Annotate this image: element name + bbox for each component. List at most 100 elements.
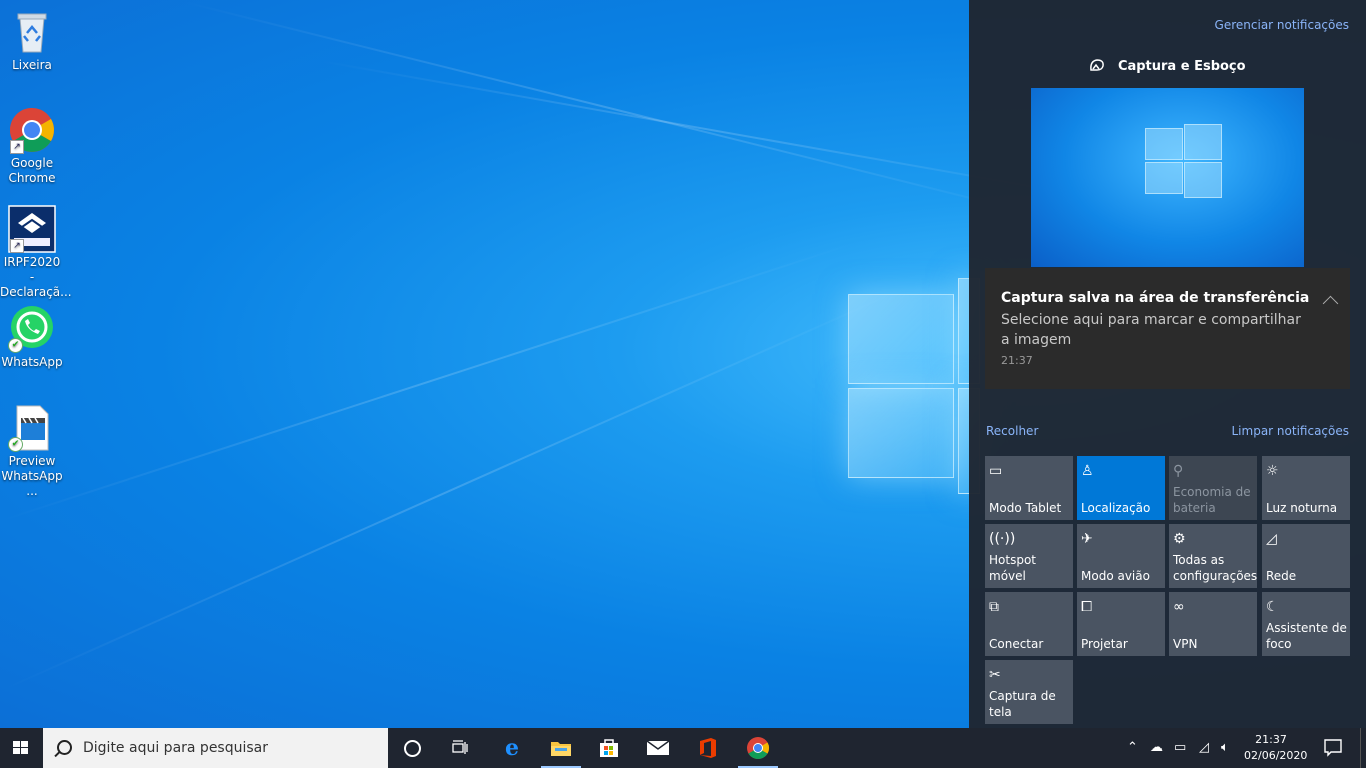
desktop-icon-preview-whatsapp[interactable]: ✔ Preview WhatsApp ... bbox=[0, 404, 64, 499]
brightness-icon: ☼ bbox=[1266, 463, 1279, 479]
desktop-icon-whatsapp[interactable]: ✔ WhatsApp bbox=[0, 305, 64, 370]
chrome-icon bbox=[747, 737, 769, 759]
taskbar-mail[interactable] bbox=[634, 728, 682, 768]
sync-check-icon: ✔ bbox=[8, 437, 23, 452]
clock-time: 21:37 bbox=[1255, 733, 1287, 746]
edge-icon: e bbox=[505, 735, 519, 761]
desktop-icon-label: Preview WhatsApp ... bbox=[1, 454, 63, 498]
tile-economia-de-bateria: ⚲ Economia de bateria bbox=[1169, 456, 1257, 520]
folder-icon bbox=[551, 742, 571, 756]
taskbar-office[interactable] bbox=[684, 728, 732, 768]
snip-sketch-icon bbox=[1089, 58, 1105, 76]
taskbar-clock[interactable]: 21:37 02/06/2020 bbox=[1244, 732, 1308, 764]
desktop-icon-recycle-bin[interactable]: Lixeira bbox=[0, 8, 64, 73]
tile-modo-aviao[interactable]: ✈ Modo avião bbox=[1077, 524, 1165, 588]
tile-label: Modo avião bbox=[1081, 569, 1150, 583]
task-view-icon bbox=[452, 740, 468, 754]
show-desktop-button[interactable] bbox=[1360, 728, 1366, 768]
notification-time: 21:37 bbox=[1001, 354, 1033, 367]
connect-icon: ⧉ bbox=[989, 599, 999, 615]
clear-notifications-link[interactable]: Limpar notificações bbox=[1232, 424, 1350, 438]
recycle-bin-icon bbox=[8, 8, 56, 56]
search-placeholder: Digite aqui para pesquisar bbox=[83, 740, 269, 756]
mail-icon bbox=[646, 740, 670, 755]
store-icon bbox=[600, 739, 618, 757]
tile-localizacao[interactable]: ♙ Localização bbox=[1077, 456, 1165, 520]
taskbar-chrome[interactable] bbox=[734, 728, 782, 768]
tile-rede[interactable]: ◿ Rede bbox=[1262, 524, 1350, 588]
tile-conectar[interactable]: ⧉ Conectar bbox=[985, 592, 1073, 656]
network-icon: ◿ bbox=[1266, 531, 1277, 547]
notification-icon bbox=[1324, 739, 1342, 757]
moon-icon: ☾ bbox=[1266, 599, 1279, 615]
location-icon: ♙ bbox=[1081, 463, 1094, 479]
shortcut-arrow-icon: ↗ bbox=[10, 239, 24, 253]
tile-label: Rede bbox=[1266, 569, 1297, 583]
irpf-icon: ↗ bbox=[8, 205, 56, 253]
tile-label: Assistente de foco bbox=[1266, 621, 1347, 651]
battery-icon[interactable]: ▭ bbox=[1174, 740, 1186, 755]
desktop-icon-google-chrome[interactable]: ↗ Google Chrome bbox=[0, 106, 64, 186]
tile-captura-de-tela[interactable]: ✂ Captura de tela bbox=[985, 660, 1073, 724]
tile-vpn[interactable]: ∞ VPN bbox=[1169, 592, 1257, 656]
tile-label: Modo Tablet bbox=[989, 501, 1062, 515]
tile-luz-noturna[interactable]: ☼ Luz noturna bbox=[1262, 456, 1350, 520]
action-center-button[interactable] bbox=[1316, 728, 1350, 768]
office-icon bbox=[700, 738, 716, 758]
desktop-icon-label: WhatsApp bbox=[1, 355, 63, 369]
chevron-up-tray-icon[interactable]: ⌃ bbox=[1127, 740, 1138, 755]
start-button[interactable] bbox=[0, 728, 42, 768]
tablet-icon: ▭ bbox=[989, 463, 1003, 479]
notification-title: Captura salva na área de transferência bbox=[1001, 290, 1310, 306]
vpn-icon: ∞ bbox=[1173, 599, 1185, 615]
notification-app-name: Captura e Esboço bbox=[1117, 59, 1246, 74]
tile-label: Luz noturna bbox=[1266, 501, 1338, 515]
tile-label: Localização bbox=[1081, 501, 1151, 515]
tile-label: Projetar bbox=[1081, 637, 1128, 651]
tile-label: Hotspot móvel bbox=[989, 553, 1036, 583]
snip-icon: ✂ bbox=[989, 667, 1001, 683]
task-view-button[interactable] bbox=[436, 728, 484, 768]
tile-hotspot-movel[interactable]: ((·)) Hotspot móvel bbox=[985, 524, 1073, 588]
onedrive-cloud-icon[interactable]: ☁ bbox=[1150, 740, 1163, 755]
taskbar-file-explorer[interactable] bbox=[537, 728, 585, 768]
notification-app-header: Captura e Esboço bbox=[969, 58, 1366, 76]
cortana-circle-icon bbox=[403, 739, 421, 757]
wifi-icon[interactable]: ◿ bbox=[1199, 740, 1209, 755]
windows-logo-wallpaper bbox=[0, 0, 980, 494]
desktop-icon-irpf2020[interactable]: ↗ IRPF2020 - Declaraçã... bbox=[0, 205, 72, 300]
tile-label: VPN bbox=[1173, 637, 1198, 651]
tile-modo-tablet[interactable]: ▭ Modo Tablet bbox=[985, 456, 1073, 520]
chrome-icon: ↗ bbox=[8, 106, 56, 154]
project-icon: ⧠ bbox=[1081, 599, 1093, 615]
volume-icon[interactable]: 🔈︎ bbox=[1221, 740, 1229, 755]
windows-start-icon bbox=[13, 741, 28, 754]
desktop-icon-label: Google Chrome bbox=[8, 156, 56, 185]
battery-saver-icon: ⚲ bbox=[1173, 463, 1184, 479]
taskbar: Digite aqui para pesquisar e ⌃ ☁ ▭ ◿ 🔈︎ … bbox=[0, 728, 1366, 768]
sync-check-icon: ✔ bbox=[8, 338, 23, 353]
cortana-button[interactable] bbox=[388, 728, 436, 768]
manage-notifications-link[interactable]: Gerenciar notificações bbox=[1215, 18, 1349, 32]
taskbar-edge[interactable]: e bbox=[488, 728, 536, 768]
clock-date: 02/06/2020 bbox=[1244, 749, 1308, 762]
tile-label: Economia de bateria bbox=[1173, 485, 1251, 515]
video-file-icon: ✔ bbox=[8, 404, 56, 452]
airplane-icon: ✈ bbox=[1081, 531, 1093, 547]
taskbar-search-box[interactable]: Digite aqui para pesquisar bbox=[43, 728, 388, 768]
notification-card[interactable]: Captura salva na área de transferência S… bbox=[985, 268, 1350, 389]
shortcut-arrow-icon: ↗ bbox=[10, 140, 24, 154]
notification-body: Selecione aqui para marcar e compartilha… bbox=[1001, 312, 1301, 348]
desktop-icon-label: Lixeira bbox=[12, 58, 52, 72]
tile-label: Todas as configurações bbox=[1173, 553, 1258, 583]
chevron-up-icon[interactable] bbox=[1322, 295, 1339, 312]
tile-todas-as-configuracoes[interactable]: ⚙ Todas as configurações bbox=[1169, 524, 1257, 588]
tile-label: Captura de tela bbox=[989, 689, 1056, 719]
tile-projetar[interactable]: ⧠ Projetar bbox=[1077, 592, 1165, 656]
tile-assistente-de-foco[interactable]: ☾ Assistente de foco bbox=[1262, 592, 1350, 656]
capture-preview-image[interactable] bbox=[1031, 88, 1304, 267]
search-icon bbox=[57, 740, 72, 755]
collapse-link[interactable]: Recolher bbox=[986, 424, 1038, 438]
whatsapp-icon: ✔ bbox=[8, 305, 56, 353]
taskbar-store[interactable] bbox=[585, 728, 633, 768]
